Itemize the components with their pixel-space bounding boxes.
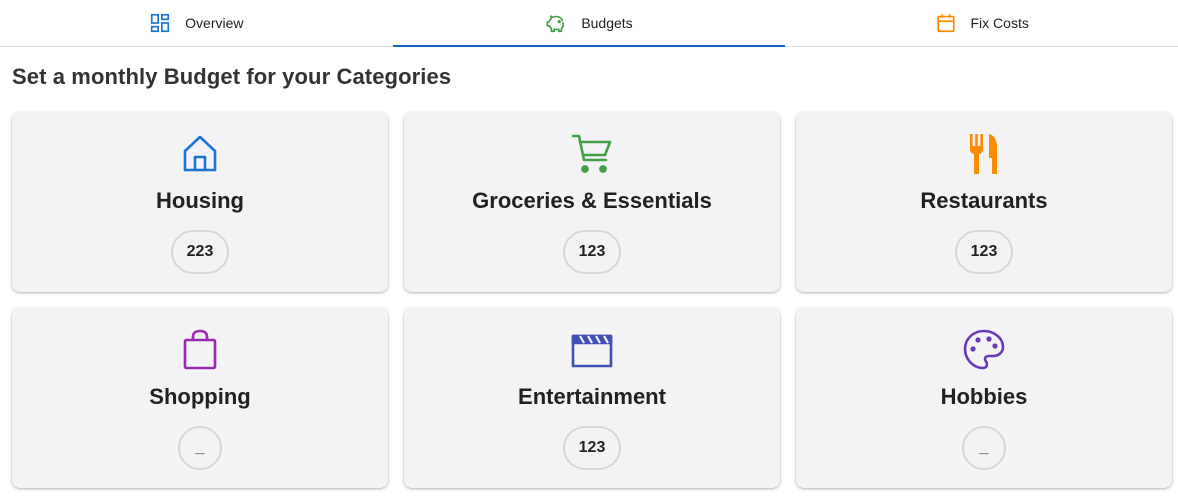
tab-overview-label: Overview xyxy=(185,15,244,31)
tab-budgets[interactable]: Budgets xyxy=(392,0,786,47)
house-icon xyxy=(178,132,222,176)
budget-input[interactable]: 123 xyxy=(562,230,622,274)
calendar-icon xyxy=(935,12,957,34)
category-name: Restaurants xyxy=(920,188,1048,213)
category-card-hobbies[interactable]: Hobbies _ xyxy=(796,308,1172,488)
category-grid: Housing 223 Groceries & Essentials 123 R… xyxy=(12,112,1172,488)
category-card-entertainment[interactable]: Entertainment 123 xyxy=(404,308,780,488)
shopping-bag-icon xyxy=(178,328,222,372)
tab-fix-costs-label: Fix Costs xyxy=(970,15,1029,31)
budget-input[interactable]: 223 xyxy=(170,230,230,274)
category-card-groceries[interactable]: Groceries & Essentials 123 xyxy=(404,112,780,292)
category-name: Housing xyxy=(156,188,244,213)
budget-input[interactable]: 123 xyxy=(562,426,622,470)
category-name: Entertainment xyxy=(518,384,666,409)
dashboard-icon xyxy=(149,12,171,34)
palette-icon xyxy=(962,328,1006,372)
budget-input[interactable]: _ xyxy=(962,426,1006,470)
category-card-restaurants[interactable]: Restaurants 123 xyxy=(796,112,1172,292)
category-name: Groceries & Essentials xyxy=(472,188,712,213)
category-card-housing[interactable]: Housing 223 xyxy=(12,112,388,292)
clapperboard-icon xyxy=(570,328,614,372)
budget-input[interactable]: 123 xyxy=(954,230,1014,274)
page-title: Set a monthly Budget for your Categories xyxy=(12,64,452,89)
restaurant-icon xyxy=(962,132,1006,176)
tab-budgets-label: Budgets xyxy=(581,15,633,31)
shopping-cart-icon xyxy=(570,132,614,176)
piggy-bank-icon xyxy=(545,12,567,34)
category-name: Hobbies xyxy=(940,384,1028,409)
tab-overview[interactable]: Overview xyxy=(0,0,393,46)
category-name: Shopping xyxy=(149,384,251,409)
budget-input[interactable]: _ xyxy=(178,426,222,470)
tab-fix-costs[interactable]: Fix Costs xyxy=(785,0,1178,46)
tab-bar: Overview Budgets Fix Costs xyxy=(0,0,1178,47)
category-card-shopping[interactable]: Shopping _ xyxy=(12,308,388,488)
